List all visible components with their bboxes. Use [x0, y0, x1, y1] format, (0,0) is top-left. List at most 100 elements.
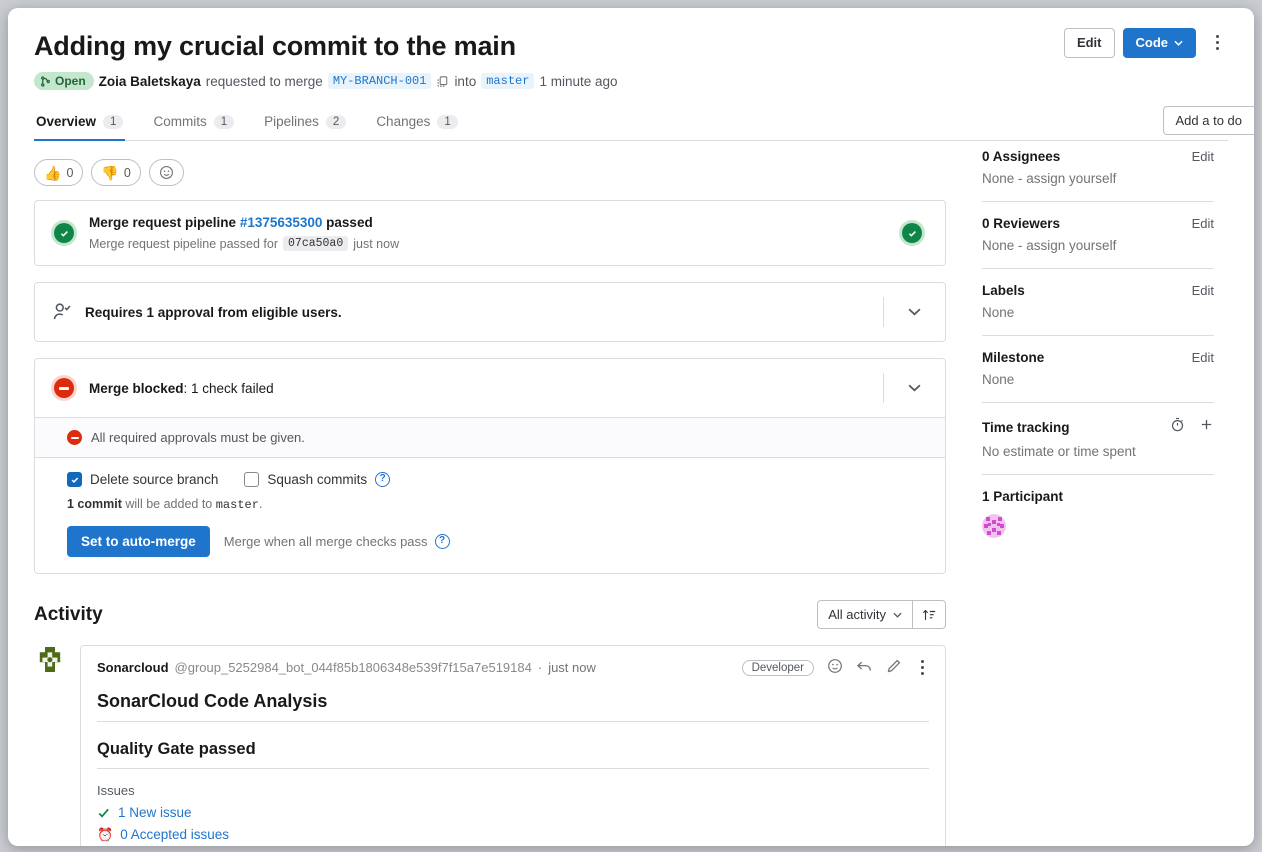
note-card: Sonarcloud @group_5252984_bot_044f85b180…: [80, 645, 946, 846]
pencil-icon: [886, 658, 902, 674]
pipeline-success-badge: [899, 220, 929, 246]
merge-request-meta: Open Zoia Baletskaya requested to merge …: [34, 72, 1228, 90]
tab-commits-label: Commits: [153, 114, 206, 129]
edit-button[interactable]: Edit: [1064, 28, 1115, 58]
add-reaction-button[interactable]: [149, 159, 184, 186]
source-branch[interactable]: MY-BRANCH-001: [328, 73, 432, 89]
check-icon: [97, 806, 111, 820]
assignees-edit-button[interactable]: Edit: [1192, 149, 1214, 164]
merge-options: Delete source branch Squash commits ? 1 …: [35, 457, 945, 573]
pipeline-title-suffix: passed: [326, 215, 373, 230]
page-header: Adding my crucial commit to the main Ope…: [8, 8, 1254, 90]
tab-overview-count: 1: [103, 115, 123, 129]
set-auto-merge-button[interactable]: Set to auto-merge: [67, 526, 210, 557]
author-name[interactable]: Zoia Baletskaya: [99, 74, 201, 89]
pipeline-id-link[interactable]: #1375635300: [240, 215, 323, 230]
page-body: 👍 0 👎 0: [8, 141, 1254, 846]
note-separator: ·: [538, 660, 542, 675]
sidebar: 0 Assignees Edit None - assign yourself …: [946, 141, 1214, 846]
milestone-edit-button[interactable]: Edit: [1192, 350, 1214, 365]
issue-new-link[interactable]: 1 New issue: [118, 805, 192, 820]
reviewers-edit-button[interactable]: Edit: [1192, 216, 1214, 231]
merge-blocked-title: Merge blocked: 1 check failed: [89, 381, 863, 396]
participant-avatar[interactable]: [982, 514, 1006, 538]
tab-overview-label: Overview: [36, 114, 96, 129]
activity-filter-dropdown[interactable]: All activity: [817, 600, 913, 629]
add-todo-button[interactable]: Add a to do: [1163, 106, 1255, 135]
smiley-icon: [827, 658, 843, 674]
into-text: into: [454, 74, 476, 89]
squash-commits-checkbox[interactable]: Squash commits ?: [244, 472, 390, 487]
activity-controls: All activity: [817, 600, 946, 629]
plus-icon: [1199, 417, 1214, 432]
note-more-button[interactable]: [915, 660, 929, 676]
note-edit-button[interactable]: [886, 658, 902, 677]
thumbs-down-count: 0: [124, 166, 131, 180]
tab-pipelines-count: 2: [326, 115, 346, 129]
issue-accepted-link[interactable]: 0 Accepted issues: [120, 827, 229, 842]
merge-hint: Merge when all merge checks pass ?: [224, 534, 450, 549]
merge-blocked-title-rest: : 1 check failed: [184, 381, 274, 396]
check-icon: [70, 475, 80, 485]
tab-pipelines[interactable]: Pipelines 2: [262, 108, 348, 141]
tab-changes-count: 1: [437, 115, 457, 129]
tab-changes-label: Changes: [376, 114, 430, 129]
thumbs-up-button[interactable]: 👍 0: [34, 159, 83, 186]
note-reply-button[interactable]: [856, 659, 873, 677]
assignees-value[interactable]: None - assign yourself: [982, 171, 1214, 186]
pipeline-widget: Merge request pipeline #1375635300 passe…: [34, 200, 946, 266]
labels-edit-button[interactable]: Edit: [1192, 283, 1214, 298]
time-tracking-title: Time tracking: [982, 420, 1070, 435]
tab-commits[interactable]: Commits 1: [151, 108, 236, 141]
merge-actions: Set to auto-merge Merge when all merge c…: [67, 526, 929, 557]
delete-source-branch-checkbox[interactable]: Delete source branch: [67, 472, 218, 487]
more-actions-button[interactable]: [1204, 30, 1230, 56]
thumbs-down-icon: 👎: [101, 166, 118, 180]
activity-title: Activity: [34, 604, 103, 626]
merge-help-icon[interactable]: ?: [435, 534, 450, 549]
note-author[interactable]: Sonarcloud: [97, 660, 169, 675]
target-branch[interactable]: master: [481, 73, 534, 89]
sonarcloud-avatar: [34, 645, 66, 677]
note-handle[interactable]: @group_5252984_bot_044f85b1806348e539f7f…: [175, 660, 532, 675]
commit-count: 1 commit: [67, 497, 122, 511]
activity-sort-button[interactable]: [913, 600, 946, 629]
note-heading: SonarCloud Code Analysis: [97, 691, 929, 722]
merge-request-page: Adding my crucial commit to the main Ope…: [8, 8, 1254, 846]
code-button[interactable]: Code: [1123, 28, 1197, 58]
squash-help-icon[interactable]: ?: [375, 472, 390, 487]
note-header: Sonarcloud @group_5252984_bot_044f85b180…: [97, 658, 929, 677]
pipeline-commit-sha[interactable]: 07ca50a0: [283, 236, 348, 251]
sidebar-labels: Labels Edit None: [982, 269, 1214, 336]
commit-note-branch: master: [216, 498, 259, 512]
stopwatch-icon[interactable]: [1170, 417, 1185, 437]
note-subheading: Quality Gate passed: [97, 740, 929, 769]
merge-blocked-widget: Merge blocked: 1 check failed All requir…: [34, 358, 946, 574]
status-badge-label: Open: [55, 74, 86, 88]
add-time-button[interactable]: [1199, 417, 1214, 437]
reviewers-value[interactable]: None - assign yourself: [982, 238, 1214, 253]
note-add-reaction-button[interactable]: [827, 658, 843, 677]
thumbs-down-button[interactable]: 👎 0: [91, 159, 140, 186]
pipeline-sub-suffix: just now: [353, 237, 399, 251]
approvals-widget: Requires 1 approval from eligible users.: [34, 282, 946, 342]
commit-note-end: .: [259, 497, 262, 511]
labels-value: None: [982, 305, 1214, 320]
check-icon: [59, 228, 70, 239]
commit-note: 1 commit will be added to master.: [67, 497, 929, 512]
pipeline-title: Merge request pipeline #1375635300 passe…: [89, 215, 887, 230]
checkbox-box-checked: [67, 472, 82, 487]
merge-blocked-expand-button[interactable]: [883, 373, 929, 403]
tab-commits-count: 1: [214, 115, 234, 129]
merge-blocked-row: Merge blocked: 1 check failed: [35, 359, 945, 417]
code-button-label: Code: [1136, 35, 1169, 51]
sidebar-time-tracking: Time tracking N: [982, 403, 1214, 475]
commit-note-mid: will be added to: [125, 497, 212, 511]
tab-overview[interactable]: Overview 1: [34, 108, 125, 141]
note-role-badge: Developer: [742, 660, 814, 676]
tab-changes[interactable]: Changes 1: [374, 108, 459, 141]
copy-branch-icon[interactable]: [436, 75, 449, 88]
pipeline-status-icon: [51, 220, 77, 246]
thumbs-up-count: 0: [66, 166, 73, 180]
approvals-expand-button[interactable]: [883, 297, 929, 327]
